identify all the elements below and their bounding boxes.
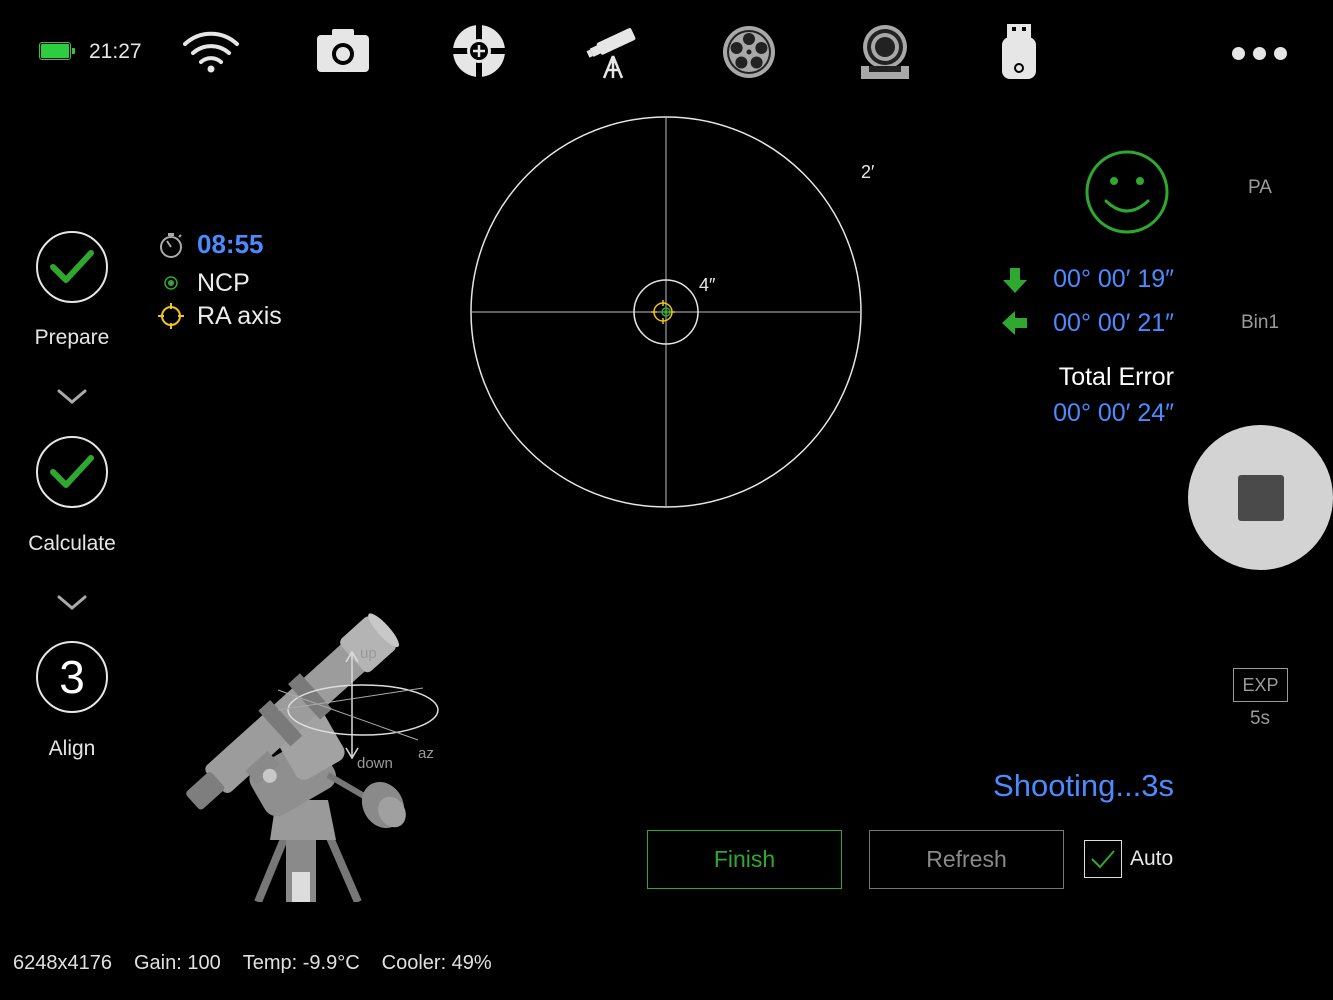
clock: 21:27: [89, 40, 142, 63]
refresh-button[interactable]: Refresh: [869, 830, 1064, 889]
arrow-left-icon: [1002, 311, 1027, 335]
more-icon[interactable]: [1232, 44, 1292, 62]
outer-ring-label: 2′: [861, 162, 875, 182]
stop-capture-button[interactable]: [1188, 425, 1333, 570]
telescope-icon[interactable]: [584, 22, 644, 82]
wifi-icon[interactable]: [181, 22, 241, 82]
ncp-label: NCP: [197, 269, 250, 297]
step-align-circle[interactable]: 3: [36, 641, 108, 713]
ra-axis-marker-icon: [158, 303, 184, 329]
chevron-down-icon: [57, 389, 87, 404]
smiley-icon: [1085, 150, 1169, 234]
auto-checkbox[interactable]: [1084, 840, 1122, 878]
step-calculate-done-icon[interactable]: [36, 436, 108, 508]
step-prepare-label[interactable]: Prepare: [0, 326, 144, 350]
stopwatch-icon: [160, 233, 182, 258]
check-icon: [1091, 850, 1115, 869]
azimuth-error-value: 00° 00′ 21″: [1053, 309, 1174, 337]
binning-button[interactable]: Bin1: [1230, 312, 1290, 334]
alignment-timer: 08:55: [197, 229, 264, 259]
step-align-number: 3: [59, 651, 85, 703]
mount-az-label: az: [418, 745, 434, 762]
camera-resolution: 6248x4176: [13, 952, 112, 974]
filter-wheel-icon[interactable]: [719, 22, 779, 82]
focuser-icon[interactable]: [855, 22, 915, 82]
mount-down-label: down: [357, 755, 393, 772]
camera-gain: Gain: 100: [133, 952, 221, 974]
stop-icon: [1237, 474, 1284, 521]
total-error-value: 00° 00′ 24″: [1053, 399, 1174, 427]
mount-adjustment-diagram: [186, 613, 439, 902]
exposure-value[interactable]: 5s: [1230, 708, 1290, 730]
altitude-error-value: 00° 00′ 19″: [1053, 265, 1174, 293]
usb-drive-icon[interactable]: [990, 22, 1050, 82]
mount-up-label: up: [360, 645, 377, 662]
camera-icon[interactable]: [313, 22, 373, 82]
shooting-status: Shooting...3s: [993, 768, 1174, 803]
finish-button[interactable]: Finish: [647, 830, 842, 889]
ra-axis-label: RA axis: [197, 302, 282, 330]
pa-mode-button[interactable]: PA: [1230, 177, 1290, 199]
step-prepare-done-icon[interactable]: [36, 231, 108, 303]
battery-icon: [39, 42, 75, 60]
camera-info-bar: 6248x4176 Gain: 100 Temp: -9.9°C Cooler:…: [13, 952, 492, 975]
step-calculate-label[interactable]: Calculate: [0, 532, 144, 556]
polar-alignment-target: [470, 116, 862, 508]
camera-cooler: Cooler: 49%: [381, 952, 492, 974]
exposure-button[interactable]: EXP: [1233, 668, 1288, 702]
focus-target-icon[interactable]: [449, 22, 509, 82]
chevron-down-icon: [57, 595, 87, 610]
camera-temp: Temp: -9.9°C: [242, 952, 360, 974]
arrow-down-icon: [1003, 268, 1027, 293]
auto-label[interactable]: Auto: [1130, 847, 1173, 871]
inner-ring-label: 4″: [699, 275, 716, 295]
step-align-label[interactable]: Align: [0, 737, 144, 761]
ncp-marker-icon: [164, 276, 178, 290]
total-error-label: Total Error: [1058, 363, 1174, 391]
